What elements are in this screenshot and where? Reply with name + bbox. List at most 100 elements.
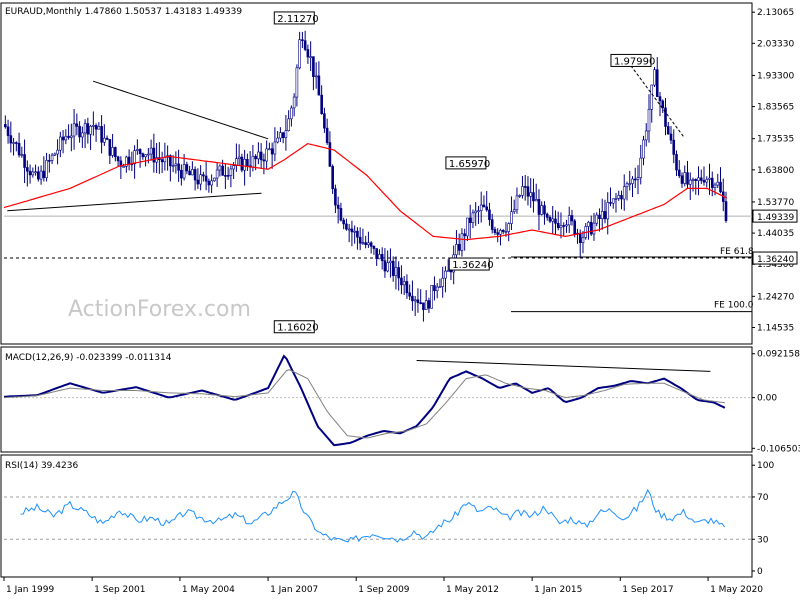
price-candle-body bbox=[356, 230, 359, 238]
price-candle-body bbox=[493, 229, 497, 233]
price-candle-body bbox=[240, 156, 244, 171]
price-candle-body bbox=[221, 165, 224, 176]
price-candle-body bbox=[625, 183, 629, 188]
price-candle-body bbox=[320, 94, 323, 115]
price-candle-body bbox=[53, 153, 57, 156]
price-candle-body bbox=[306, 49, 310, 58]
price-candle-body bbox=[675, 154, 678, 171]
price-candle-body bbox=[518, 195, 522, 197]
time-tick-label: 1 Sep 2001 bbox=[94, 585, 145, 595]
price-candle-body bbox=[496, 232, 500, 235]
price-candle-body bbox=[180, 169, 183, 179]
price-candle-body bbox=[301, 39, 304, 41]
watermark: ActionForex.com bbox=[68, 297, 251, 322]
price-candle-body bbox=[686, 172, 689, 185]
price-candle-body bbox=[697, 177, 700, 181]
price-candle-body bbox=[499, 230, 502, 235]
price-candle-body bbox=[191, 169, 194, 176]
price-candle-body bbox=[251, 155, 255, 168]
price-candle-body bbox=[592, 222, 596, 235]
price-candle-body bbox=[708, 177, 711, 180]
price-candle-body bbox=[246, 158, 249, 167]
price-candle-body bbox=[600, 211, 604, 220]
price-candle-body bbox=[229, 168, 233, 176]
price-candle-body bbox=[309, 56, 312, 58]
price-candle-body bbox=[268, 148, 271, 151]
price-candle-body bbox=[254, 155, 257, 160]
price-candle-body bbox=[688, 179, 692, 185]
price-annotation-label: 1.36240 bbox=[452, 260, 493, 271]
rsi-tick-label: 100 bbox=[757, 461, 774, 471]
price-candle-body bbox=[262, 159, 266, 162]
price-candle-body bbox=[375, 248, 378, 260]
price-candle-body bbox=[213, 177, 216, 182]
price-candle-body bbox=[460, 233, 464, 251]
price-candle-body bbox=[147, 153, 150, 156]
price-candle-body bbox=[174, 163, 178, 166]
price-candle-body bbox=[595, 214, 599, 224]
price-candle-body bbox=[163, 157, 167, 163]
price-candle-body bbox=[185, 164, 189, 172]
price-candle-body bbox=[218, 165, 222, 171]
price-candle-body bbox=[394, 267, 398, 276]
price-candle-body bbox=[694, 179, 698, 181]
price-tick-label: 1.73535 bbox=[757, 135, 794, 145]
macd-panel-title: MACD(12,26,9) -0.023399 -0.011314 bbox=[5, 353, 172, 363]
price-candle-body bbox=[389, 260, 392, 264]
price-candle-body bbox=[136, 149, 139, 151]
price-candle-body bbox=[67, 135, 70, 138]
price-candle-body bbox=[75, 123, 79, 127]
price-candle-body bbox=[144, 154, 147, 158]
price-candle-body bbox=[108, 139, 112, 156]
price-candle-body bbox=[433, 285, 436, 291]
price-candle-body bbox=[23, 154, 26, 168]
price-candle-body bbox=[713, 184, 717, 188]
price-candle-body bbox=[386, 262, 389, 272]
price-candle-body bbox=[72, 123, 76, 137]
price-candle-body bbox=[455, 244, 458, 256]
price-candle-body bbox=[270, 148, 274, 155]
price-candle-body bbox=[523, 186, 527, 188]
price-candle-body bbox=[512, 209, 516, 213]
price-candle-body bbox=[100, 126, 103, 143]
price-candle-body bbox=[413, 299, 417, 302]
chart-area[interactable]: ActionForex.com EURAUD,Monthly 1.47860 1… bbox=[0, 0, 800, 600]
price-candle-body bbox=[92, 125, 95, 127]
price-candle-body bbox=[61, 136, 65, 141]
price-candle-body bbox=[353, 230, 356, 233]
price-candle-body bbox=[281, 132, 285, 138]
price-candle-body bbox=[631, 178, 634, 184]
price-candle-body bbox=[257, 151, 260, 160]
price-candle-body bbox=[284, 130, 288, 138]
time-tick-label: 1 Sep 2017 bbox=[622, 585, 673, 595]
price-candle-body bbox=[133, 150, 136, 165]
price-candle-body bbox=[56, 149, 59, 155]
macd-tick-label: 0.00 bbox=[757, 394, 777, 404]
price-candle-body bbox=[39, 170, 43, 180]
price-candle-body bbox=[551, 218, 555, 222]
price-candle-body bbox=[683, 172, 687, 184]
time-tick-label: 1 Jan 2007 bbox=[270, 585, 318, 595]
price-candle-body bbox=[427, 300, 431, 309]
price-candle-body bbox=[691, 179, 695, 181]
price-candle-body bbox=[372, 245, 376, 249]
price-candle-body bbox=[380, 254, 384, 261]
time-tick-label: 1 May 2012 bbox=[446, 585, 499, 595]
price-candle-body bbox=[474, 210, 477, 214]
price-candle-body bbox=[188, 170, 191, 176]
price-candle-body bbox=[587, 221, 590, 227]
price-candle-body bbox=[529, 192, 533, 197]
price-candle-body bbox=[127, 156, 131, 165]
price-candle-body bbox=[705, 179, 709, 183]
price-candle-body bbox=[614, 198, 618, 200]
price-candle-body bbox=[490, 219, 494, 230]
price-candle-body bbox=[650, 84, 654, 110]
price-candle-body bbox=[446, 270, 450, 272]
price-candle-body bbox=[589, 221, 593, 235]
price-candle-body bbox=[336, 204, 340, 209]
price-candle-body bbox=[724, 201, 728, 221]
price-candle-body bbox=[37, 171, 40, 180]
price-candle-body bbox=[317, 75, 321, 96]
price-candle-body bbox=[83, 123, 87, 134]
price-candle-body bbox=[70, 135, 73, 138]
